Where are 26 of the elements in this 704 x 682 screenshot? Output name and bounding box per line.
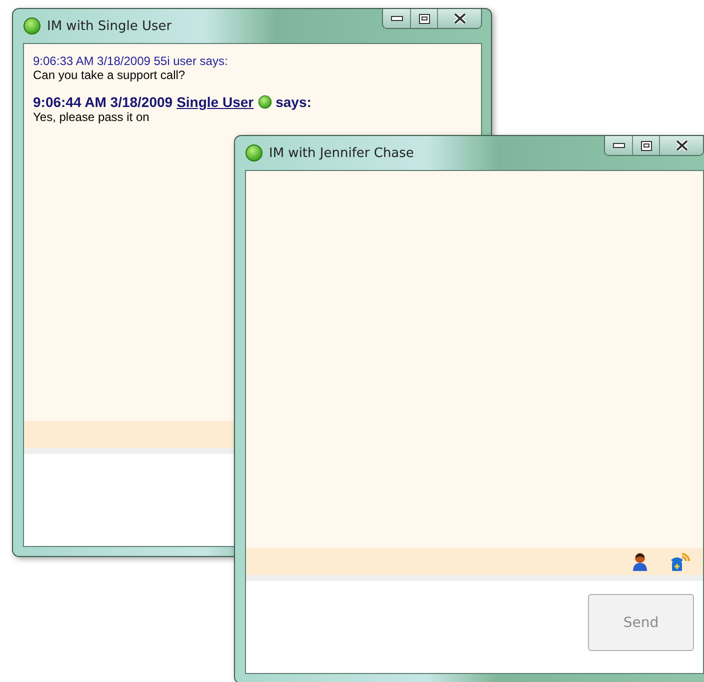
close-button[interactable]	[659, 136, 703, 155]
sender-link[interactable]: Single User	[176, 94, 254, 110]
close-icon	[452, 13, 466, 24]
minimize-button[interactable]	[383, 9, 410, 28]
maximize-button[interactable]	[632, 136, 659, 155]
status-dot-icon	[23, 17, 41, 35]
minimize-button[interactable]	[605, 136, 632, 155]
message-header: 9:06:33 AM 3/18/2009 55i user says:	[33, 54, 229, 68]
status-dot-icon	[258, 95, 272, 109]
minimize-icon	[390, 16, 402, 21]
message-text: Yes, please pass it on	[33, 110, 150, 124]
close-button[interactable]	[437, 9, 481, 28]
person-icon[interactable]	[631, 552, 649, 572]
maximize-button[interactable]	[410, 9, 437, 28]
status-dot-icon	[245, 144, 263, 162]
message-timestamp: 9:06:44 AM 3/18/2009	[33, 94, 173, 110]
window-title: IM with Jennifer Chase	[269, 146, 414, 160]
maximize-icon	[418, 14, 430, 24]
minimize-icon	[612, 143, 624, 148]
says-label: says:	[276, 94, 312, 110]
message-input[interactable]	[24, 454, 234, 546]
close-icon	[674, 140, 688, 151]
maximize-icon	[640, 140, 652, 150]
window-title: IM with Single User	[47, 18, 172, 34]
phone-icon[interactable]	[669, 552, 691, 572]
message-text: Can you take a support call?	[33, 68, 186, 82]
